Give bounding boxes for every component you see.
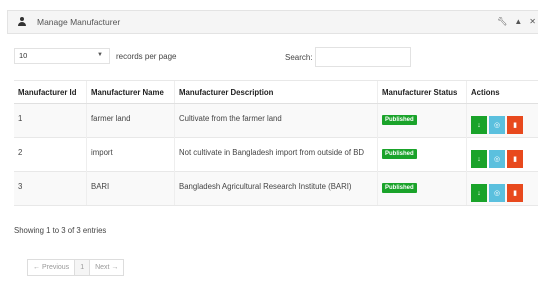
cell-name: BARI: [86, 171, 175, 206]
next-page-button[interactable]: Next →: [89, 260, 123, 275]
chevron-down-icon: ▼: [97, 52, 103, 58]
edit-icon: ◎: [493, 156, 501, 163]
column-header-name[interactable]: Manufacturer Name: [86, 80, 175, 104]
delete-button[interactable]: ▮: [507, 184, 523, 202]
records-per-page-select[interactable]: 10 ▼: [14, 48, 110, 64]
arrow-down-icon: ↓: [477, 189, 481, 197]
panel-title: Manage Manufacturer: [37, 17, 121, 27]
download-button[interactable]: ↓: [471, 184, 487, 202]
delete-button[interactable]: ▮: [507, 116, 523, 134]
cell-id: 2: [14, 137, 87, 172]
status-badge: Published: [382, 115, 417, 125]
cell-description: Cultivate from the farmer land: [174, 103, 378, 138]
search-label: Search:: [285, 52, 313, 62]
table-row: 2 import Not cultivate in Bangladesh imp…: [14, 137, 538, 172]
download-button[interactable]: ↓: [471, 116, 487, 134]
table-header-row: Manufacturer Id Manufacturer Name Manufa…: [14, 80, 538, 104]
cell-id: 1: [14, 103, 87, 138]
cell-status: Published: [377, 137, 467, 172]
status-badge: Published: [382, 149, 417, 159]
cell-name: import: [86, 137, 175, 172]
edit-icon: ◎: [493, 190, 501, 197]
cell-status: Published: [377, 103, 467, 138]
trash-icon: ▮: [513, 190, 517, 197]
search-control: Search:: [285, 47, 411, 67]
table-row: 3 BARI Bangladesh Agricultural Research …: [14, 171, 538, 206]
download-button[interactable]: ↓: [471, 150, 487, 168]
cell-actions: ↓ ◎ ▮: [466, 103, 538, 138]
column-header-actions: Actions: [466, 80, 538, 104]
search-input[interactable]: [314, 47, 411, 67]
cell-id: 3: [14, 171, 87, 206]
panel-tools: 🔧︎ ▲ ✕: [497, 17, 536, 26]
column-header-status[interactable]: Manufacturer Status: [377, 80, 467, 104]
cell-name: farmer land: [86, 103, 175, 138]
records-per-page-label: records per page: [116, 51, 177, 61]
cell-description: Bangladesh Agricultural Research Institu…: [174, 171, 378, 206]
user-icon: [17, 17, 27, 27]
table-row: 1 farmer land Cultivate from the farmer …: [14, 103, 538, 138]
records-per-page-control: 10 ▼ records per page: [14, 48, 176, 64]
cell-actions: ↓ ◎ ▮: [466, 137, 538, 172]
column-header-description[interactable]: Manufacturer Description: [174, 80, 378, 104]
edit-button[interactable]: ◎: [489, 184, 505, 202]
page-button-current[interactable]: 1: [74, 260, 90, 275]
cell-status: Published: [377, 171, 467, 206]
manufacturer-table: Manufacturer Id Manufacturer Name Manufa…: [14, 80, 538, 206]
edit-button[interactable]: ◎: [489, 150, 505, 168]
edit-button[interactable]: ◎: [489, 116, 505, 134]
table-info: Showing 1 to 3 of 3 entries: [14, 226, 107, 235]
arrow-down-icon: ↓: [477, 121, 481, 129]
trash-icon: ▮: [513, 122, 517, 129]
column-header-id[interactable]: Manufacturer Id: [14, 80, 87, 104]
records-per-page-value: 10: [19, 51, 28, 60]
cell-description: Not cultivate in Bangladesh import from …: [174, 137, 378, 172]
cell-actions: ↓ ◎ ▮: [466, 171, 538, 206]
trash-icon: ▮: [513, 156, 517, 163]
delete-button[interactable]: ▮: [507, 150, 523, 168]
arrow-down-icon: ↓: [477, 155, 481, 163]
previous-page-button[interactable]: ← Previous: [28, 260, 74, 275]
edit-icon: ◎: [493, 122, 501, 129]
wrench-icon[interactable]: 🔧︎: [497, 17, 507, 26]
panel-header: Manage Manufacturer 🔧︎ ▲ ✕: [7, 10, 538, 34]
pagination: ← Previous 1 Next →: [27, 259, 125, 276]
manage-manufacturer-page: Manage Manufacturer 🔧︎ ▲ ✕ 10 ▼ records …: [0, 0, 538, 299]
chevron-up-icon[interactable]: ▲: [514, 17, 522, 26]
status-badge: Published: [382, 183, 417, 193]
close-icon[interactable]: ✕: [529, 17, 536, 26]
